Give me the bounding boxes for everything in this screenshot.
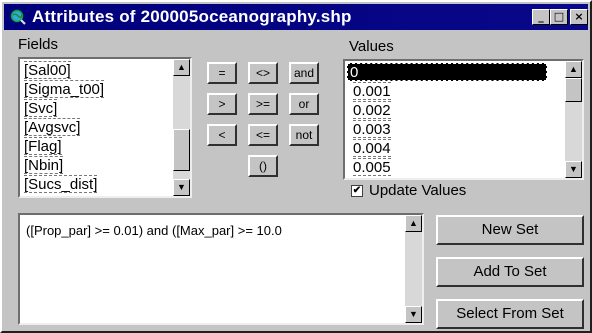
- list-item[interactable]: [Nbin]: [24, 156, 64, 174]
- scroll-up-button[interactable]: ▲: [405, 215, 422, 232]
- arrow-down-icon: ▼: [177, 182, 186, 192]
- expression-text: ([Prop_par] >= 0.01) and ([Max_par] >= 1…: [26, 223, 282, 238]
- list-item[interactable]: 0.003: [353, 120, 391, 138]
- scroll-up-button[interactable]: ▲: [565, 61, 582, 78]
- list-item[interactable]: [Flag]: [24, 137, 62, 155]
- arrow-down-icon: ▼: [409, 309, 418, 319]
- list-item[interactable]: 0.001: [353, 82, 391, 100]
- scroll-down-button[interactable]: ▼: [565, 161, 582, 178]
- values-label: Values: [349, 38, 394, 55]
- minimize-button[interactable]: _: [532, 9, 550, 25]
- not-equal-operator-button[interactable]: <>: [248, 62, 278, 84]
- greater-equal-operator-button[interactable]: >=: [248, 93, 278, 115]
- arrow-up-icon: ▲: [177, 62, 186, 72]
- list-item-selected[interactable]: 0: [347, 63, 547, 81]
- window-title: Attributes of 200005oceanography.shp: [32, 7, 352, 26]
- list-item[interactable]: 0.004: [353, 139, 391, 157]
- title-bar[interactable]: Attributes of 200005oceanography.shp _ □…: [4, 4, 588, 30]
- arrow-up-icon: ▲: [569, 64, 578, 74]
- scroll-up-button[interactable]: ▲: [173, 59, 190, 76]
- list-item[interactable]: 0.005: [353, 158, 391, 176]
- and-operator-button[interactable]: and: [289, 62, 319, 84]
- less-equal-operator-button[interactable]: <=: [248, 124, 278, 146]
- arrow-down-icon: ▼: [569, 164, 578, 174]
- checkmark-icon: ✔: [352, 185, 362, 196]
- list-item[interactable]: [Avgsvc]: [24, 118, 81, 136]
- expression-textarea[interactable]: ([Prop_par] >= 0.01) and ([Max_par] >= 1…: [18, 213, 424, 325]
- parentheses-operator-button[interactable]: (): [248, 155, 278, 177]
- new-set-button[interactable]: New Set: [436, 215, 584, 245]
- values-scrollbar[interactable]: ▲ ▼: [565, 61, 582, 178]
- list-item[interactable]: [Sigma_t00]: [24, 80, 105, 98]
- list-item[interactable]: [Sal00]: [24, 61, 71, 79]
- close-button[interactable]: ×: [570, 9, 588, 25]
- less-than-operator-button[interactable]: <: [207, 124, 237, 146]
- greater-than-operator-button[interactable]: >: [207, 93, 237, 115]
- equals-operator-button[interactable]: =: [207, 62, 237, 84]
- maximize-button[interactable]: □: [550, 9, 568, 25]
- scroll-down-button[interactable]: ▼: [173, 179, 190, 196]
- scroll-down-button[interactable]: ▼: [405, 306, 422, 323]
- list-item[interactable]: 0.002: [353, 101, 391, 119]
- not-operator-button[interactable]: not: [289, 124, 319, 146]
- list-item[interactable]: [Svc]: [24, 99, 58, 117]
- update-values-label[interactable]: Update Values: [369, 182, 466, 199]
- fields-scrollbar[interactable]: ▲ ▼: [173, 59, 190, 196]
- globe-magnifier-icon: [10, 9, 26, 25]
- scroll-thumb[interactable]: [173, 129, 190, 171]
- expression-scrollbar[interactable]: ▲ ▼: [405, 215, 422, 323]
- arrow-up-icon: ▲: [409, 218, 418, 228]
- scroll-thumb[interactable]: [565, 78, 582, 102]
- fields-list[interactable]: [Sal00] [Sigma_t00] [Svc] [Avgsvc] [Flag…: [18, 57, 192, 198]
- values-list[interactable]: 0 0.001 0.002 0.003 0.004 0.005 ▲ ▼: [343, 59, 584, 180]
- add-to-set-button[interactable]: Add To Set: [436, 257, 584, 287]
- update-values-checkbox[interactable]: ✔: [351, 185, 363, 197]
- or-operator-button[interactable]: or: [289, 93, 319, 115]
- list-item[interactable]: [Sucs_dist]: [24, 175, 98, 193]
- attributes-dialog: Attributes of 200005oceanography.shp _ □…: [0, 0, 592, 333]
- select-from-set-button[interactable]: Select From Set: [436, 299, 584, 329]
- fields-label: Fields: [18, 36, 59, 53]
